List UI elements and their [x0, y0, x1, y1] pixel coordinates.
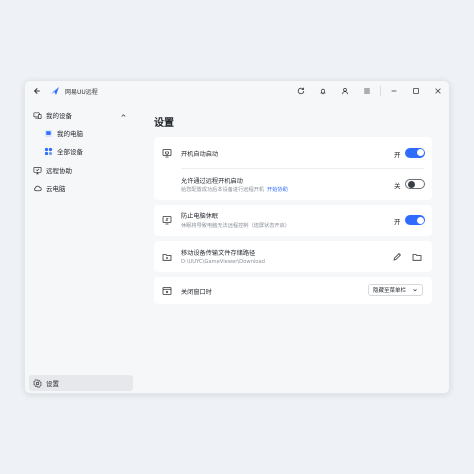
- remote-boot-row: 允许通过远程开机启动 给您配置成功后本设备进行远程开机 开始协助 关: [154, 168, 432, 200]
- close-icon: [435, 88, 441, 94]
- setting-title: 防止电脑休眠: [181, 213, 219, 220]
- pencil-icon[interactable]: [392, 252, 402, 262]
- grid-icon: [43, 146, 53, 156]
- menu-icon: [364, 88, 370, 94]
- sidebar: 我的设备 我的电脑 全部设备 远程协助 云电脑 设置: [25, 101, 135, 393]
- startup-settings-card: 开机自动启动 开 允许通过远程开机启动 给您配置成功后本设备进行远程开机 开始协助…: [154, 137, 432, 200]
- devices-icon: [32, 110, 42, 120]
- toggle-state-label: 关: [394, 182, 401, 190]
- toggle-knob: [407, 180, 415, 188]
- setting-title: 移动设备传输文件存储路径: [181, 250, 256, 257]
- toggle-knob: [416, 216, 424, 224]
- refresh-icon: [297, 87, 305, 95]
- menu-button[interactable]: [356, 81, 378, 101]
- prevent-sleep-card: 防止电脑休眠 休眠将导致电脑无法远程控制（熄屏状态开启） 开: [154, 205, 432, 236]
- setting-title: 关闭窗口时: [181, 289, 212, 296]
- notification-button[interactable]: [312, 81, 334, 101]
- refresh-button[interactable]: [290, 81, 312, 101]
- sidebar-item-label: 远程协助: [46, 167, 72, 175]
- app-window: 网易UU远程 我的设备 我的电脑 全部设备 远程协助 云电脑 设置 设置 开机自…: [24, 80, 450, 394]
- setting-subtitle: 休眠将导致电脑无法远程控制（熄屏状态开启）: [181, 222, 290, 229]
- sidebar-item-label: 我的电脑: [57, 130, 83, 138]
- app-title: 网易UU远程: [65, 88, 98, 96]
- sidebar-item-settings[interactable]: 设置: [29, 375, 133, 391]
- cloud-icon: [32, 183, 42, 193]
- sidebar-item-label: 全部设备: [57, 148, 83, 156]
- settings-main: 设置 开机自动启动 开 允许通过远程开机启动 给您配置成功后本设备进行远程开机开…: [135, 101, 449, 393]
- setting-subtitle: 给您配置成功后本设备进行远程开机 开始协助: [181, 186, 288, 193]
- subtitle-text: 给您配置成功后本设备进行远程开机: [181, 187, 265, 193]
- sidebar-item-label: 云电脑: [46, 185, 66, 193]
- selected-option: 隐藏至菜单栏: [373, 288, 407, 294]
- gear-icon: [32, 378, 42, 388]
- toggle-state-label: 开: [394, 150, 401, 159]
- download-path-card: 移动设备传输文件存储路径 D:\UUYC\GameViewer\Download: [154, 241, 432, 272]
- auto-start-toggle[interactable]: [405, 147, 425, 158]
- monitor-sleep-icon: [162, 216, 172, 225]
- remote-assist-icon: [32, 165, 42, 175]
- remote-boot-toggle[interactable]: [405, 179, 425, 189]
- open-folder-icon[interactable]: [412, 252, 422, 262]
- sidebar-item-all-devices[interactable]: 全部设备: [25, 143, 135, 159]
- account-button[interactable]: [334, 81, 356, 101]
- title-bar-divider: [380, 86, 381, 96]
- minimize-icon: [391, 90, 397, 92]
- start-assist-link[interactable]: 开始协助: [267, 187, 288, 193]
- setting-title: 允许通过远程开机启动: [181, 178, 243, 185]
- user-icon: [342, 88, 348, 95]
- app-logo-icon: [51, 87, 59, 95]
- sidebar-item-cloud-pc[interactable]: 云电脑: [25, 180, 135, 196]
- folder-icon: [162, 253, 172, 261]
- toggle-knob: [416, 149, 424, 156]
- arrow-left-icon: [34, 88, 40, 94]
- setting-title: 开机自动启动: [181, 151, 219, 158]
- window-close-icon: [162, 286, 172, 295]
- title-bar: 网易UU远程: [25, 81, 449, 101]
- chevron-down-icon: [413, 289, 417, 292]
- maximize-icon: [413, 88, 419, 94]
- sidebar-item-my-computer[interactable]: 我的电脑: [25, 125, 135, 141]
- power-monitor-icon: [162, 148, 172, 157]
- download-path-value: D:\UUYC\GameViewer\Download: [181, 258, 265, 265]
- close-window-card: 关闭窗口时 隐藏至菜单栏: [154, 277, 432, 304]
- close-window-select[interactable]: 隐藏至菜单栏: [368, 284, 423, 296]
- back-button[interactable]: [27, 81, 47, 101]
- sidebar-item-remote-assist[interactable]: 远程协助: [25, 162, 135, 178]
- computer-icon: [43, 128, 53, 138]
- minimize-button[interactable]: [383, 81, 405, 101]
- sidebar-item-my-devices[interactable]: 我的设备: [25, 107, 135, 123]
- chevron-up-icon[interactable]: [120, 112, 127, 119]
- maximize-button[interactable]: [405, 81, 427, 101]
- bell-icon: [320, 88, 326, 95]
- sidebar-item-label: 设置: [46, 380, 59, 388]
- page-title: 设置: [154, 118, 174, 129]
- prevent-sleep-toggle[interactable]: [405, 215, 425, 225]
- close-button[interactable]: [427, 81, 449, 101]
- sidebar-item-label: 我的设备: [46, 112, 72, 120]
- auto-start-row: 开机自动启动 开: [154, 137, 432, 168]
- toggle-state-label: 开: [394, 218, 401, 226]
